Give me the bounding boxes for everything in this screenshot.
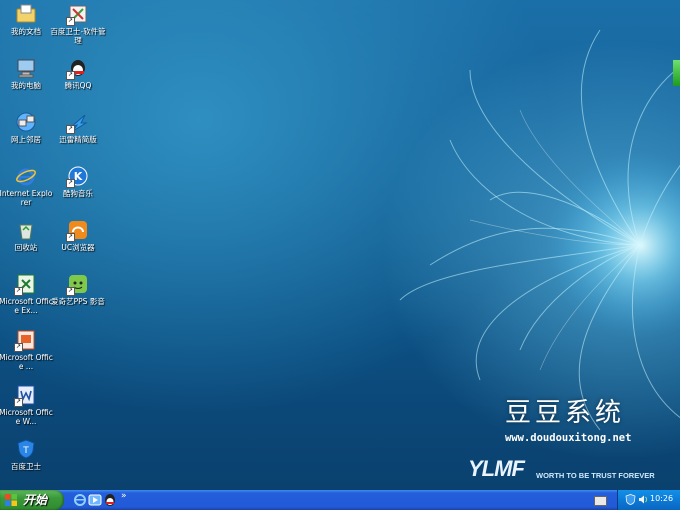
uc-browser-icon: ↗ xyxy=(66,219,89,242)
security-shield-icon[interactable] xyxy=(625,494,636,505)
quicklaunch-ie-icon[interactable] xyxy=(73,493,87,507)
desktop-icon-internet-explorer[interactable]: Internet Explorer xyxy=(0,165,53,207)
network-places-icon xyxy=(15,111,37,133)
start-label: 开始 xyxy=(23,493,48,507)
keyboard-language-icon[interactable] xyxy=(594,496,607,506)
volume-icon[interactable] xyxy=(638,494,649,505)
svg-text:K: K xyxy=(74,170,83,183)
desktop-icon-my-documents[interactable]: 我的文档 xyxy=(0,3,53,36)
kugou-icon: K ↗ xyxy=(66,165,89,188)
desktop-icon-recycle-bin[interactable]: 回收站 xyxy=(0,219,53,252)
desktop-icon-uc-browser[interactable]: ↗ UC浏览器 xyxy=(51,219,105,252)
software-manager-icon: ↗ xyxy=(66,3,89,26)
desktop: 我的文档 我的电脑 网上邻居 Internet Explorer 回收站 ↗ M… xyxy=(0,0,680,510)
shortcut-arrow-icon: ↗ xyxy=(14,398,23,407)
quicklaunch-media-icon[interactable] xyxy=(88,493,102,507)
ylmf-slogan: WORTH TO BE TRUST FOREVER xyxy=(536,471,655,480)
shortcut-arrow-icon: ↗ xyxy=(66,71,75,80)
wallpaper-brand-url: www.doudouxitong.net xyxy=(505,432,632,444)
qq-icon: ↗ xyxy=(66,57,89,80)
shortcut-arrow-icon: ↗ xyxy=(66,179,75,188)
green-edge-marker xyxy=(673,60,680,86)
excel-icon: ↗ xyxy=(14,273,37,296)
shortcut-arrow-icon: ↗ xyxy=(14,343,23,352)
my-documents-icon xyxy=(15,3,37,25)
thunder-icon: ↗ xyxy=(66,111,89,134)
my-computer-icon xyxy=(15,57,37,79)
quicklaunch-more-button[interactable]: » xyxy=(121,491,127,501)
internet-explorer-icon xyxy=(15,165,37,187)
desktop-icon-iqiyi-pps[interactable]: ↗ 爱奇艺PPS 影音 xyxy=(50,273,106,306)
svg-text:T: T xyxy=(22,446,29,456)
baidu-guard-icon: T xyxy=(15,438,37,460)
desktop-icon-powerpoint[interactable]: ↗ Microsoft Office ... xyxy=(0,329,53,371)
desktop-icon-qq[interactable]: ↗ 腾讯QQ xyxy=(51,57,105,90)
shortcut-arrow-icon: ↗ xyxy=(66,17,75,26)
desktop-icon-software-manager[interactable]: ↗ 百度卫士-软件管理 xyxy=(50,3,106,45)
desktop-icon-word[interactable]: ↗ Microsoft Office W... xyxy=(0,384,53,426)
taskbar-clock[interactable]: 10:26 xyxy=(650,494,673,503)
word-icon: ↗ xyxy=(14,384,37,407)
windows-logo-icon xyxy=(5,494,17,506)
desktop-icon-baidu-guard[interactable]: T 百度卫士 xyxy=(0,438,53,471)
shortcut-arrow-icon: ↗ xyxy=(66,233,75,242)
quicklaunch-qq-icon[interactable] xyxy=(103,493,117,507)
desktop-icon-my-computer[interactable]: 我的电脑 xyxy=(0,57,53,90)
powerpoint-icon: ↗ xyxy=(14,329,37,352)
iqiyi-pps-icon: ↗ xyxy=(66,273,89,296)
shortcut-arrow-icon: ↗ xyxy=(66,287,75,296)
shortcut-arrow-icon: ↗ xyxy=(66,125,75,134)
desktop-icon-thunder[interactable]: ↗ 迅雷精简版 xyxy=(51,111,105,144)
shortcut-arrow-icon: ↗ xyxy=(14,287,23,296)
desktop-icon-network-places[interactable]: 网上邻居 xyxy=(0,111,53,144)
start-button[interactable]: 开始 xyxy=(0,490,64,510)
recycle-bin-icon xyxy=(15,219,37,241)
wallpaper-brand-title: 豆豆系统 xyxy=(505,398,626,428)
taskbar: 开始 » 10:26 xyxy=(0,490,680,510)
ylmf-logo: YLMF xyxy=(468,456,525,481)
desktop-icon-excel[interactable]: ↗ Microsoft Office Ex... xyxy=(0,273,53,315)
desktop-icon-kugou[interactable]: K ↗ 酷狗音乐 xyxy=(51,165,105,198)
